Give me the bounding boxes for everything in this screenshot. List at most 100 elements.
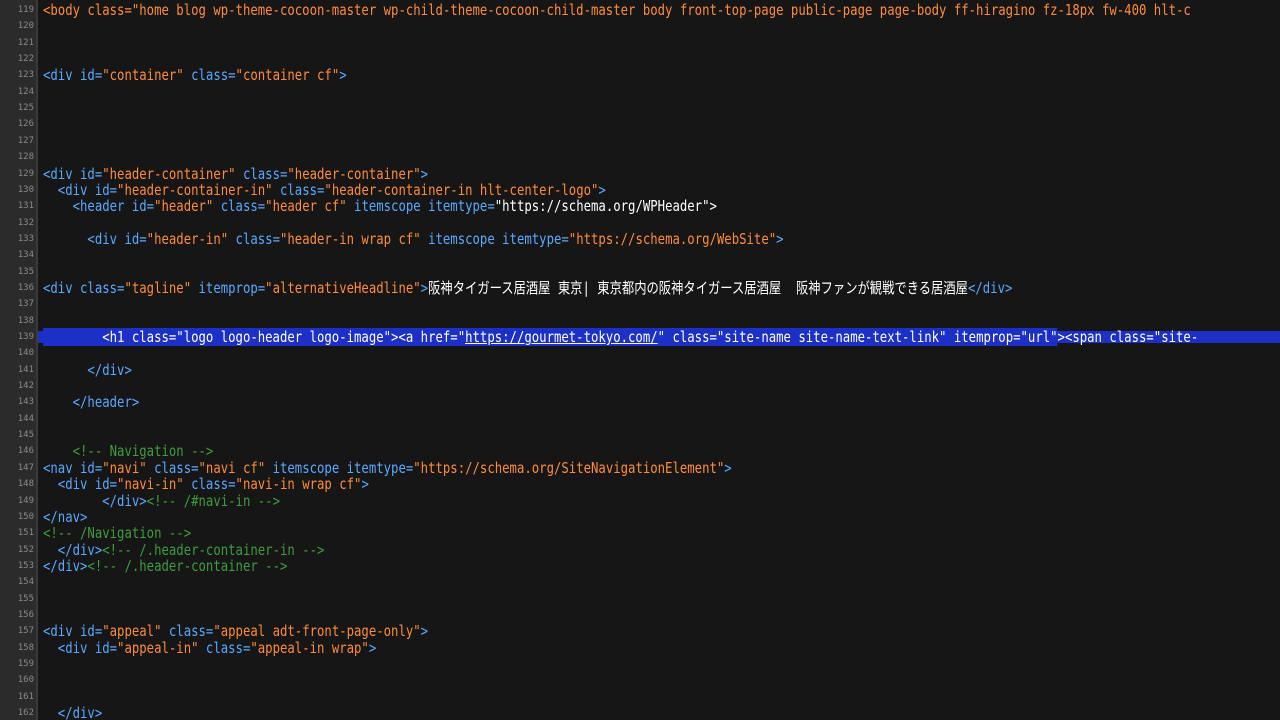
code-line[interactable]: </div><!-- /.header-container --> (43, 557, 1057, 575)
line-number: 129 (17, 168, 34, 179)
line-number: 134 (17, 250, 34, 261)
code-line[interactable]: <div id="navi-in" class="navi-in wrap cf… (43, 475, 1057, 493)
code-line[interactable]: <header id="header" class="header cf" it… (43, 197, 1057, 215)
code-token: id= (131, 197, 155, 216)
code-line[interactable]: </div><!-- /#navi-in --> (43, 492, 1057, 510)
code-editor[interactable]: 119 120 121 122 123 124 125 126 127 128 129 130 131 1… (0, 0, 1280, 720)
code-token: > (420, 622, 429, 641)
line-number: 130 (17, 184, 34, 195)
code-token: class= (272, 180, 325, 199)
line-number: 151 (17, 528, 34, 539)
code-token: "appeal adt-front-page-only" (213, 622, 421, 641)
code-line[interactable]: <div id="appeal" class="appeal adt-front… (43, 622, 1057, 640)
code-token: > (420, 164, 429, 183)
line-number-gutter: 119 120 121 122 123 124 125 126 127 128 129 130 131 1… (0, 0, 38, 720)
code-line[interactable]: <div id="appeal-in" class="appeal-in wra… (43, 639, 1057, 657)
line-number: 132 (17, 217, 34, 228)
code-token: "https://schema.org/WPHeader" (494, 197, 710, 216)
code-token: id= (80, 622, 103, 641)
code-line[interactable]: </nav> (43, 508, 1057, 526)
line-number: 152 (17, 544, 34, 555)
code-token: id= (124, 229, 147, 248)
code-token: <!-- /#navi-in --> (146, 491, 280, 510)
code-token: </div> (43, 540, 103, 559)
line-number: 156 (17, 609, 34, 620)
line-number: 147 (17, 462, 34, 473)
line-number: 153 (17, 560, 34, 571)
line-number: 131 (17, 201, 34, 212)
code-token: "tagline" (124, 278, 192, 297)
line-number: 142 (17, 381, 34, 392)
code-token: itemscope itemtype= (420, 229, 569, 248)
line-number: 145 (17, 430, 34, 441)
line-number: 154 (17, 577, 34, 588)
code-token: https://gourmet-tokyo.com/ (465, 328, 658, 346)
line-number: 143 (17, 397, 34, 408)
code-token: > (709, 197, 717, 216)
code-line[interactable]: <div id="container" class="container cf"… (43, 66, 1057, 84)
line-number: 140 (17, 348, 34, 359)
code-token: "navi cf" (198, 458, 266, 477)
code-token: <div (43, 180, 95, 199)
line-number: 135 (17, 266, 34, 277)
code-line[interactable]: <!-- /Navigation --> (43, 524, 1057, 542)
code-token: "navi" (102, 458, 147, 477)
code-token: </div> (43, 704, 103, 720)
code-token: 阪神タイガース居酒屋 東京| 東京都内の阪神タイガース居酒屋 阪神ファンが観戦で… (428, 278, 968, 297)
code-token: class= (146, 458, 199, 477)
code-line[interactable]: <div id="header-container" class="header… (43, 165, 1057, 183)
line-number: 124 (17, 86, 34, 97)
code-area[interactable]: <body class="home blog wp-theme-cocoon-m… (38, 0, 1280, 720)
code-token: > (598, 180, 606, 199)
code-token: class= (228, 229, 280, 248)
code-token: <div (43, 66, 81, 85)
code-line[interactable]: <div id="header-in" class="header-in wra… (43, 230, 1057, 248)
code-token: > (361, 475, 369, 494)
code-token: class= (183, 66, 236, 85)
code-token: "appeal" (102, 622, 162, 641)
code-line[interactable]: <!-- Navigation --> (43, 442, 1057, 460)
code-token: "https://schema.org/SiteNavigationElemen… (413, 458, 725, 477)
code-line-selected[interactable]: <h1 class="logo logo-header logo-image">… (43, 328, 1198, 346)
code-token: <div (43, 229, 125, 248)
code-token: class= (198, 638, 251, 657)
line-number: 158 (17, 642, 34, 653)
code-token: "header-in" (146, 229, 229, 248)
code-line[interactable]: </div> (43, 704, 1057, 720)
code-token: itemscope itemtype= (265, 458, 414, 477)
code-token: </nav> (43, 507, 88, 526)
code-line[interactable]: <body class="home blog wp-theme-cocoon-m… (43, 1, 1191, 19)
line-number: 139 (17, 332, 34, 342)
code-token: class= (183, 475, 236, 494)
code-token: <header (43, 197, 132, 216)
code-line[interactable]: </div> (43, 361, 1057, 379)
code-line[interactable]: </div><!-- /.header-container-in --> (43, 541, 1057, 559)
code-token: > (339, 66, 347, 85)
code-token: > (420, 278, 429, 297)
code-line[interactable]: <nav id="navi" class="navi cf" itemscope… (43, 459, 1057, 477)
line-number: 126 (17, 119, 34, 130)
code-token: itemscope itemtype= (346, 197, 495, 216)
code-line[interactable]: <div id="header-container-in" class="hea… (43, 181, 1057, 199)
code-token: "header-container-in hlt-center-logo" (324, 180, 599, 199)
line-number: 162 (17, 708, 34, 719)
code-token: > (724, 458, 732, 477)
line-number: 123 (17, 70, 34, 81)
code-token: "header" (154, 197, 214, 216)
code-token: "navi-in" (117, 475, 184, 494)
code-token: <div (43, 475, 95, 494)
code-token: </header> (43, 393, 140, 412)
line-number: 133 (17, 233, 34, 244)
code-token: class= (80, 278, 125, 297)
code-line[interactable]: </header> (43, 393, 1057, 411)
code-token: class= (161, 622, 214, 641)
line-number: 157 (17, 626, 34, 637)
code-token: "container" (102, 66, 184, 85)
line-number: 159 (17, 659, 34, 669)
line-number: 144 (17, 413, 34, 424)
code-token: "header cf" (265, 197, 347, 216)
code-token: </div> (43, 491, 147, 510)
code-token: > (776, 229, 784, 248)
code-line[interactable]: <div class="tagline" itemprop="alternati… (43, 279, 1057, 297)
code-token: "container cf" (235, 66, 340, 85)
